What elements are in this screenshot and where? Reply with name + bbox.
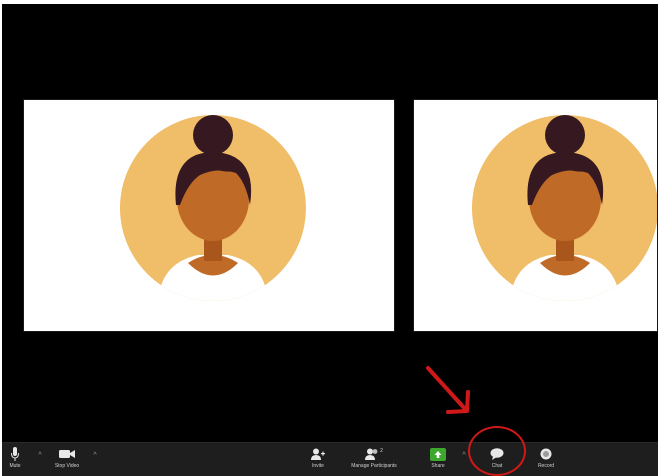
add-person-icon bbox=[311, 446, 325, 462]
video-camera-icon bbox=[59, 446, 75, 462]
meeting-toolbar: Mute ^ Stop Video ^ Invite 2 Manage Part… bbox=[2, 442, 658, 476]
share-screen-button[interactable]: Share bbox=[426, 446, 450, 474]
participant-avatar-2 bbox=[472, 115, 657, 301]
mute-button[interactable]: Mute bbox=[6, 446, 24, 474]
stop-video-button[interactable]: Stop Video bbox=[48, 446, 86, 474]
share-options-chevron-icon[interactable]: ^ bbox=[460, 452, 468, 460]
people-icon: 2 bbox=[365, 446, 383, 462]
invite-label: Invite bbox=[312, 463, 324, 469]
record-button[interactable]: Record bbox=[534, 446, 558, 474]
participant-avatar-1 bbox=[120, 115, 306, 301]
annotation-arrow bbox=[426, 366, 470, 414]
microphone-icon bbox=[11, 446, 19, 462]
audio-options-chevron-icon[interactable]: ^ bbox=[36, 452, 44, 460]
manage-participants-button[interactable]: 2 Manage Participants bbox=[342, 446, 406, 474]
participants-count: 2 bbox=[380, 448, 383, 454]
share-label: Share bbox=[431, 463, 445, 469]
record-icon bbox=[540, 446, 552, 462]
invite-button[interactable]: Invite bbox=[306, 446, 330, 474]
participant-tile-2[interactable] bbox=[413, 99, 658, 332]
video-options-chevron-icon[interactable]: ^ bbox=[91, 452, 99, 460]
share-screen-icon bbox=[430, 446, 446, 462]
record-label: Record bbox=[537, 463, 555, 469]
participant-tile-1[interactable] bbox=[23, 99, 395, 332]
annotation-circle bbox=[468, 426, 526, 476]
stop-video-label: Stop Video bbox=[54, 463, 80, 469]
meeting-window: Mute ^ Stop Video ^ Invite 2 Manage Part… bbox=[2, 0, 658, 476]
window-top-edge bbox=[2, 0, 658, 4]
manage-participants-label: Manage Participants bbox=[351, 463, 397, 469]
mute-label: Mute bbox=[9, 463, 21, 469]
